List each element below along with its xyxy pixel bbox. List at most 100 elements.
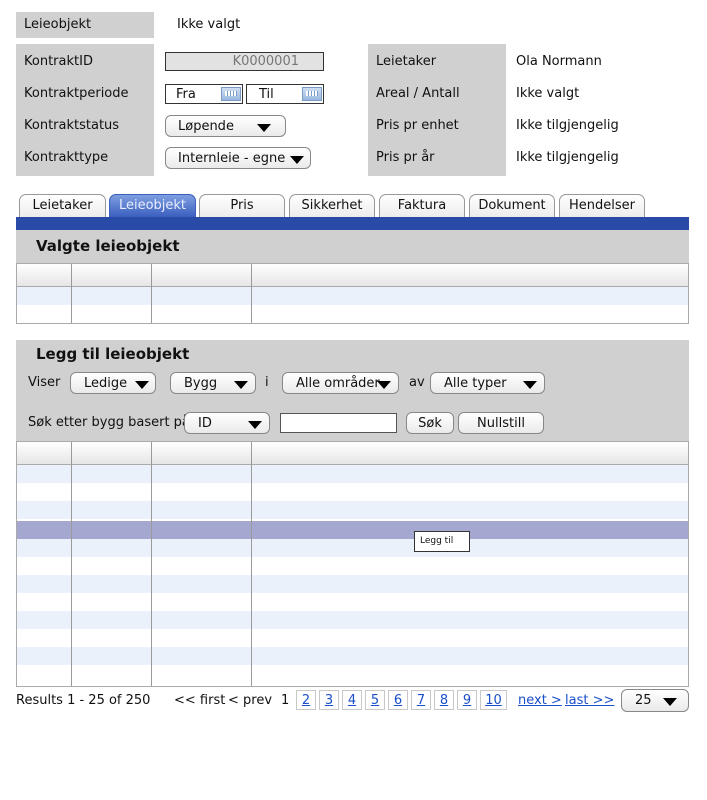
chevron-down-icon (290, 156, 304, 164)
kontraktid-value: K0000001 (232, 54, 299, 69)
kontrakttype-dropdown[interactable]: Internleie - egne (165, 147, 311, 169)
calendar-icon[interactable] (221, 87, 241, 101)
table-row[interactable] (17, 287, 688, 305)
page-link-10[interactable]: 10 (480, 690, 507, 710)
kontraktperiode-label: Kontraktperiode (24, 86, 129, 101)
table-row[interactable] (17, 557, 688, 575)
table-row-selected[interactable] (17, 521, 688, 539)
table-row[interactable] (17, 629, 688, 647)
kontraktstatus-value: Løpende (178, 119, 234, 134)
column-divider (151, 264, 152, 323)
kontrakttype-value: Internleie - egne (178, 151, 286, 166)
prev-page-link[interactable]: < prev (228, 693, 272, 708)
leieobjekt-value: Ikke valgt (177, 17, 241, 32)
areal-value: Ikke valgt (516, 86, 580, 101)
fra-date-field[interactable]: Fra (165, 84, 243, 104)
table-row[interactable] (17, 611, 688, 629)
page-link-4[interactable]: 4 (342, 690, 362, 710)
tab-dokument[interactable]: Dokument (469, 194, 555, 217)
results-table (16, 441, 689, 687)
i-label: i (265, 375, 269, 390)
leietaker-label: Leietaker (376, 54, 437, 69)
area-filter-value: Alle områder (296, 376, 380, 391)
next-page-link[interactable]: next > (518, 693, 562, 708)
pris-aar-label: Pris pr år (376, 150, 435, 165)
last-page-link[interactable]: last >> (565, 693, 614, 708)
tab-leieobjekt[interactable]: Leieobjekt (109, 194, 196, 217)
search-label: Søk etter bygg basert på (28, 415, 190, 430)
chevron-down-icon (663, 698, 677, 706)
reset-button-label: Nullstill (477, 416, 525, 431)
chevron-down-icon (257, 124, 271, 132)
chevron-down-icon (135, 381, 149, 389)
tab-bar (16, 217, 689, 230)
search-field-dropdown[interactable]: ID (184, 412, 270, 434)
reset-button[interactable]: Nullstill (458, 412, 544, 434)
tab-hendelser[interactable]: Hendelser (559, 194, 645, 217)
chevron-down-icon (377, 381, 391, 389)
tab-pris[interactable]: Pris (199, 194, 285, 217)
table-row[interactable] (17, 647, 688, 665)
status-filter-value: Ledige (84, 376, 128, 391)
leietaker-value: Ola Normann (516, 54, 602, 69)
page-link-9[interactable]: 9 (457, 690, 477, 710)
column-divider (151, 442, 152, 686)
table-row[interactable] (17, 665, 688, 683)
calendar-icon[interactable] (302, 87, 322, 101)
selected-section-title: Valgte leieobjekt (36, 237, 180, 255)
fra-date-label: Fra (176, 87, 196, 102)
table-row[interactable] (17, 575, 688, 593)
search-field-value: ID (198, 416, 212, 431)
column-divider (71, 442, 72, 686)
table-row[interactable] (17, 305, 688, 323)
chevron-down-icon (248, 421, 262, 429)
table-header (17, 264, 688, 287)
table-row[interactable] (17, 501, 688, 519)
til-date-label: Til (259, 87, 274, 102)
column-divider (71, 264, 72, 323)
search-input[interactable] (280, 413, 397, 433)
av-label: av (409, 375, 425, 390)
results-count: Results 1 - 25 of 250 (16, 693, 151, 708)
kind-filter-dropdown[interactable]: Alle typer (430, 372, 545, 394)
column-divider (251, 442, 252, 686)
kontraktid-label: KontraktID (24, 54, 93, 69)
tab-sikkerhet[interactable]: Sikkerhet (289, 194, 375, 217)
kontraktstatus-dropdown[interactable]: Løpende (165, 115, 286, 137)
chevron-down-icon (523, 381, 537, 389)
search-button[interactable]: Søk (406, 412, 454, 434)
add-tooltip-label: Legg til (420, 536, 454, 546)
viser-label: Viser (28, 375, 61, 390)
area-filter-dropdown[interactable]: Alle områder (282, 372, 399, 394)
tab-leietaker[interactable]: Leietaker (19, 194, 106, 217)
pris-enhet-value: Ikke tilgjengelig (516, 118, 619, 133)
status-filter-dropdown[interactable]: Ledige (70, 372, 156, 394)
page-link-3[interactable]: 3 (319, 690, 339, 710)
chevron-down-icon (234, 381, 248, 389)
table-row[interactable] (17, 465, 688, 483)
first-page-link[interactable]: << first (174, 693, 225, 708)
type-filter-value: Bygg (184, 376, 218, 391)
kind-filter-value: Alle typer (444, 376, 507, 391)
til-date-field[interactable]: Til (246, 84, 324, 104)
table-row[interactable] (17, 593, 688, 611)
page-link-7[interactable]: 7 (411, 690, 431, 710)
kontrakttype-label: Kontrakttype (24, 150, 109, 165)
page-link-8[interactable]: 8 (434, 690, 454, 710)
selected-table (16, 263, 689, 324)
tab-faktura[interactable]: Faktura (379, 194, 465, 217)
type-filter-dropdown[interactable]: Bygg (170, 372, 256, 394)
kontraktstatus-label: Kontraktstatus (24, 118, 120, 133)
add-tooltip-button[interactable]: Legg til (414, 531, 470, 552)
leieobjekt-label: Leieobjekt (24, 17, 92, 32)
per-page-dropdown[interactable]: 25 (621, 689, 689, 712)
kontraktid-field: K0000001 (165, 52, 324, 71)
column-divider (251, 264, 252, 323)
search-button-label: Søk (418, 416, 442, 431)
areal-label: Areal / Antall (376, 86, 460, 101)
page-link-5[interactable]: 5 (365, 690, 385, 710)
table-row[interactable] (17, 483, 688, 501)
page-link-6[interactable]: 6 (388, 690, 408, 710)
page-link-2[interactable]: 2 (296, 690, 316, 710)
table-row[interactable] (17, 539, 688, 557)
